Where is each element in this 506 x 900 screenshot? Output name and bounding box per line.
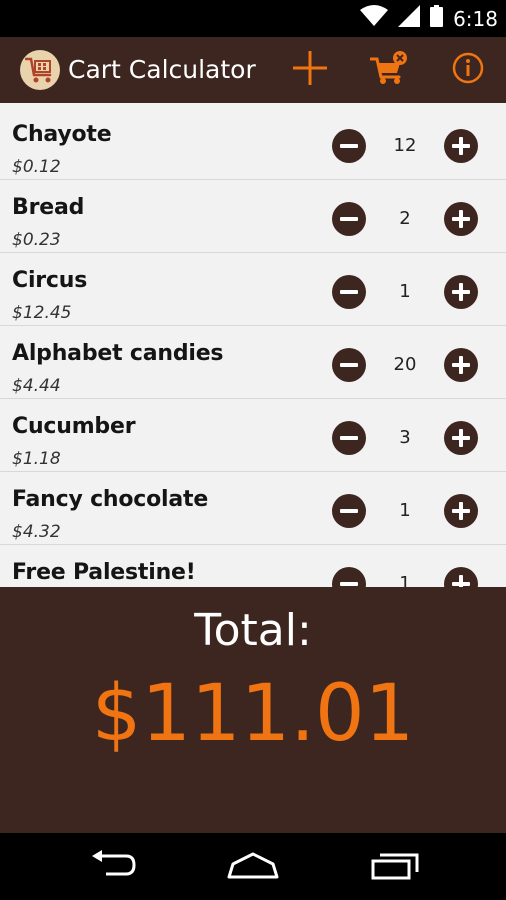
total-label: Total: [194, 605, 312, 656]
clear-cart-button[interactable] [366, 47, 412, 93]
list-item: Alphabet candies $4.44 20 [0, 326, 506, 399]
back-icon [88, 849, 138, 885]
status-bar: 6:18 [0, 0, 506, 37]
increase-quantity-button[interactable] [444, 421, 478, 455]
increase-quantity-button[interactable] [444, 567, 478, 587]
decrease-quantity-button[interactable] [332, 494, 366, 528]
minus-icon [340, 290, 358, 294]
minus-icon [340, 509, 358, 513]
status-time: 6:18 [453, 6, 498, 31]
item-quantity: 2 [399, 208, 411, 229]
item-quantity: 3 [399, 427, 411, 448]
navigation-bar [0, 833, 506, 900]
increase-quantity-button[interactable] [444, 275, 478, 309]
recents-icon [370, 850, 422, 885]
status-icons: 6:18 [360, 0, 498, 37]
item-price: $0.12 [12, 157, 61, 177]
decrease-quantity-button[interactable] [332, 129, 366, 163]
info-button[interactable] [445, 47, 491, 93]
item-name: Fancy chocolate [12, 487, 209, 512]
info-icon [452, 52, 484, 89]
item-quantity: 20 [393, 354, 417, 375]
app-title: Cart Calculator [68, 55, 256, 84]
item-name: Chayote [12, 122, 112, 147]
decrease-quantity-button[interactable] [332, 275, 366, 309]
item-name: Alphabet candies [12, 341, 224, 366]
signal-icon [398, 5, 421, 32]
item-price: $4.44 [12, 376, 61, 396]
add-icon [293, 50, 327, 90]
item-price: $4.32 [12, 522, 61, 542]
cart-logo-icon[interactable] [20, 50, 60, 90]
item-quantity: 12 [393, 135, 417, 156]
increase-quantity-button[interactable] [444, 202, 478, 236]
action-bar: Cart Calculator [0, 37, 506, 103]
list-item: Free Palestine! 1 [0, 545, 506, 587]
list-item: Circus $12.45 1 [0, 253, 506, 326]
list-item: Cucumber $1.18 3 [0, 399, 506, 472]
increase-quantity-button[interactable] [444, 129, 478, 163]
item-name: Free Palestine! [12, 560, 196, 585]
total-panel: Total: $111.01 [0, 587, 506, 833]
item-price: $0.23 [12, 230, 61, 250]
home-button[interactable] [213, 841, 293, 893]
total-value: $111.01 [91, 669, 415, 759]
minus-icon [340, 436, 358, 440]
minus-icon [340, 582, 358, 586]
minus-icon [340, 363, 358, 367]
decrease-quantity-button[interactable] [332, 348, 366, 382]
wifi-icon [360, 5, 389, 32]
recents-button[interactable] [356, 841, 436, 893]
list-item: Fancy chocolate $4.32 1 [0, 472, 506, 545]
decrease-quantity-button[interactable] [332, 202, 366, 236]
battery-icon [430, 5, 444, 32]
home-icon [225, 850, 281, 885]
item-price: $1.18 [12, 449, 61, 469]
item-quantity: 1 [399, 281, 411, 302]
increase-quantity-button[interactable] [444, 348, 478, 382]
item-price: $12.45 [12, 303, 72, 323]
increase-quantity-button[interactable] [444, 494, 478, 528]
item-name: Cucumber [12, 414, 136, 439]
decrease-quantity-button[interactable] [332, 421, 366, 455]
list-item: Chayote $0.12 12 [0, 107, 506, 180]
minus-icon [340, 217, 358, 221]
item-quantity: 1 [399, 573, 411, 587]
decrease-quantity-button[interactable] [332, 567, 366, 587]
item-name: Bread [12, 195, 85, 220]
cart-item-list[interactable]: Chayote $0.12 12 Bread $0.23 2 Circus $1… [0, 103, 506, 587]
add-item-button[interactable] [287, 47, 333, 93]
minus-icon [340, 144, 358, 148]
item-quantity: 1 [399, 500, 411, 521]
item-name: Circus [12, 268, 88, 293]
clear-cart-icon [369, 50, 408, 90]
back-button[interactable] [73, 841, 153, 893]
list-item: Bread $0.23 2 [0, 180, 506, 253]
